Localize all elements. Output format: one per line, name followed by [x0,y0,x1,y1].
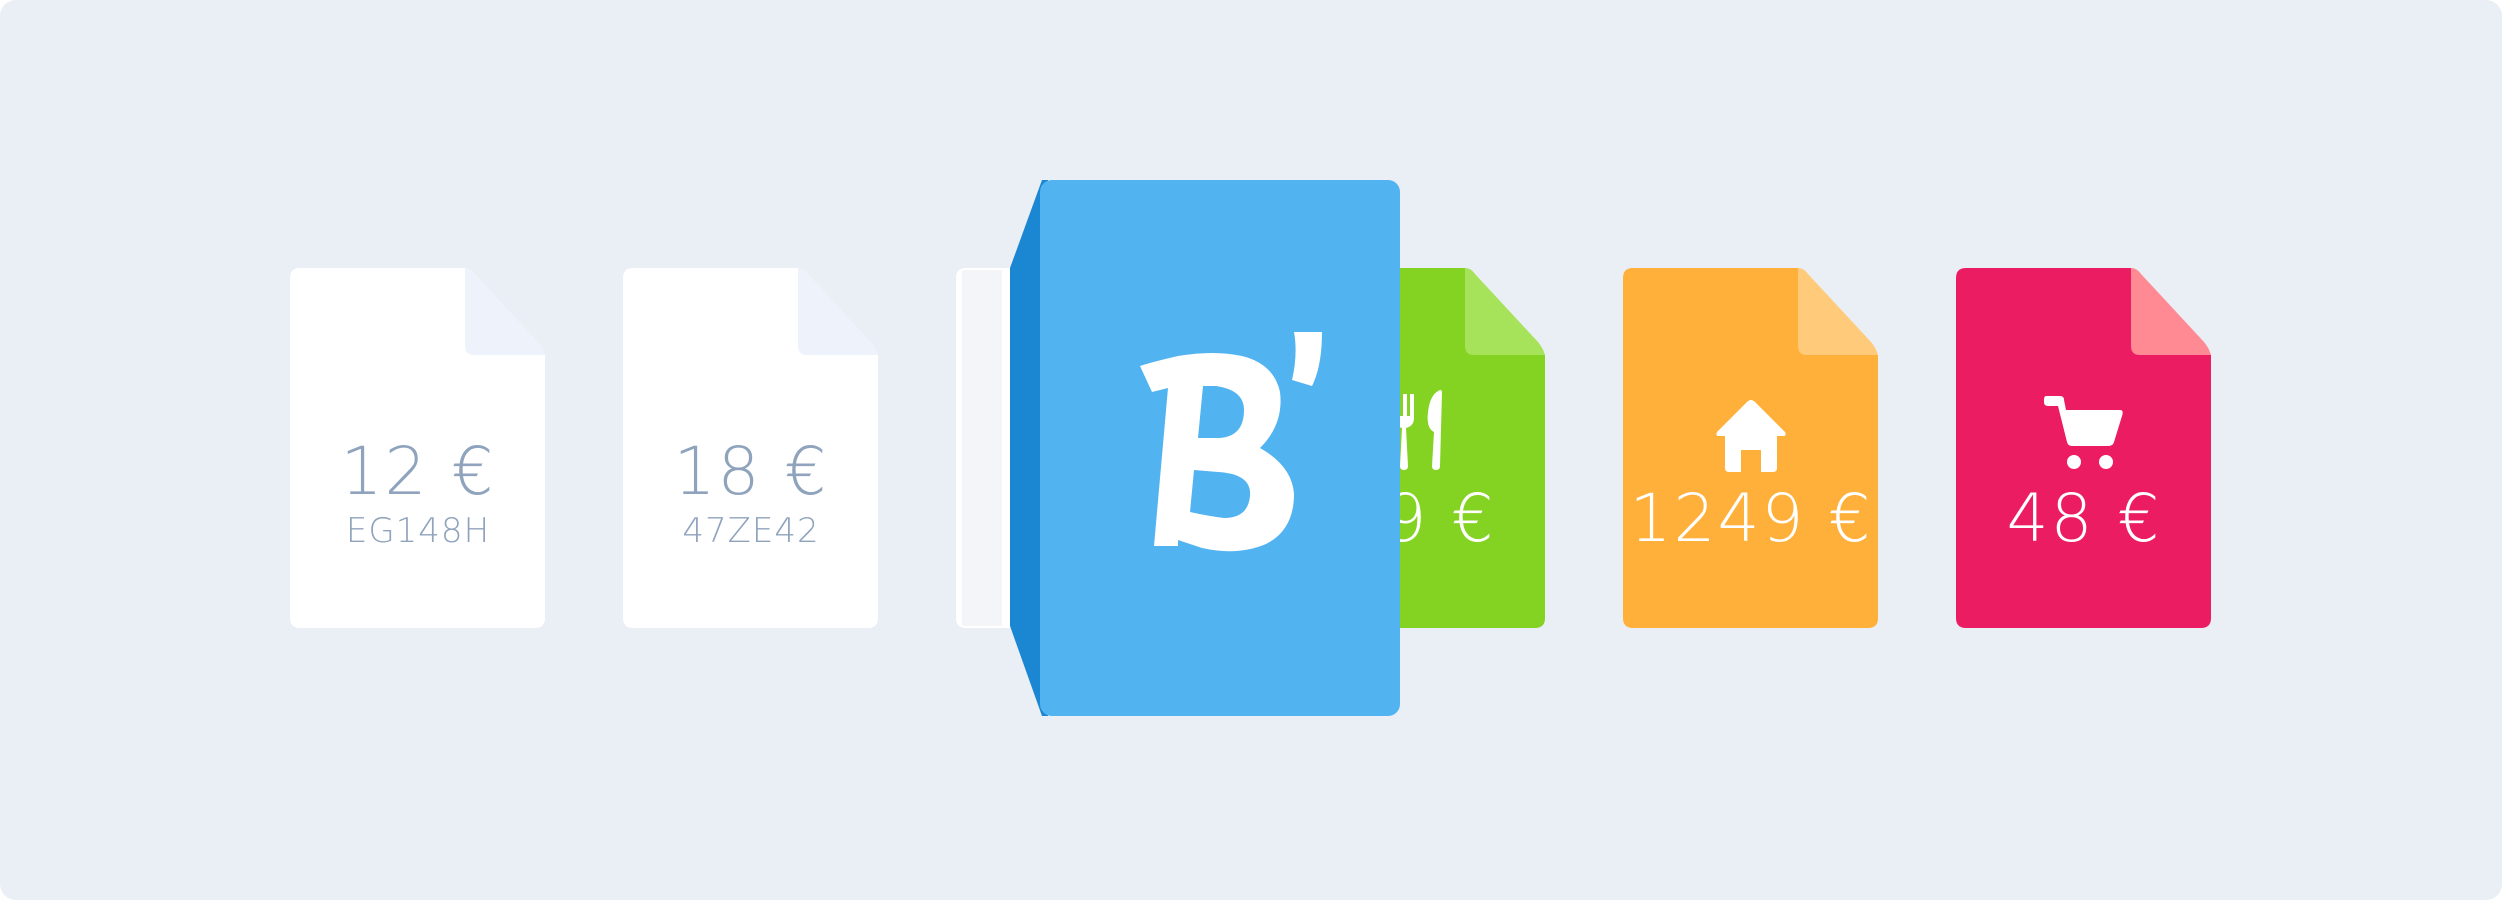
shopping-cart-icon [1956,392,2212,472]
brand-logo [1140,332,1322,552]
binder-folder[interactable] [1002,178,1402,718]
document-code: EG148H [345,511,491,551]
housing-expense-document[interactable]: 1249 € [1623,268,1879,628]
document-code: 47ZE42 [682,511,820,551]
document-amount: 12 € [340,433,496,510]
receipt-document[interactable]: 12 € EG148H [290,268,546,628]
home-icon [1623,396,1879,476]
canvas: 12 € EG148H 18 € 47ZE42 9 5 29 € [0,0,2502,900]
document-amount: 1249 € [1629,480,1873,557]
shopping-expense-document[interactable]: 48 € [1956,268,2212,628]
document-amount: 18 € [673,433,829,510]
document-amount: 48 € [2006,480,2162,557]
receipt-document[interactable]: 18 € 47ZE42 [623,268,879,628]
